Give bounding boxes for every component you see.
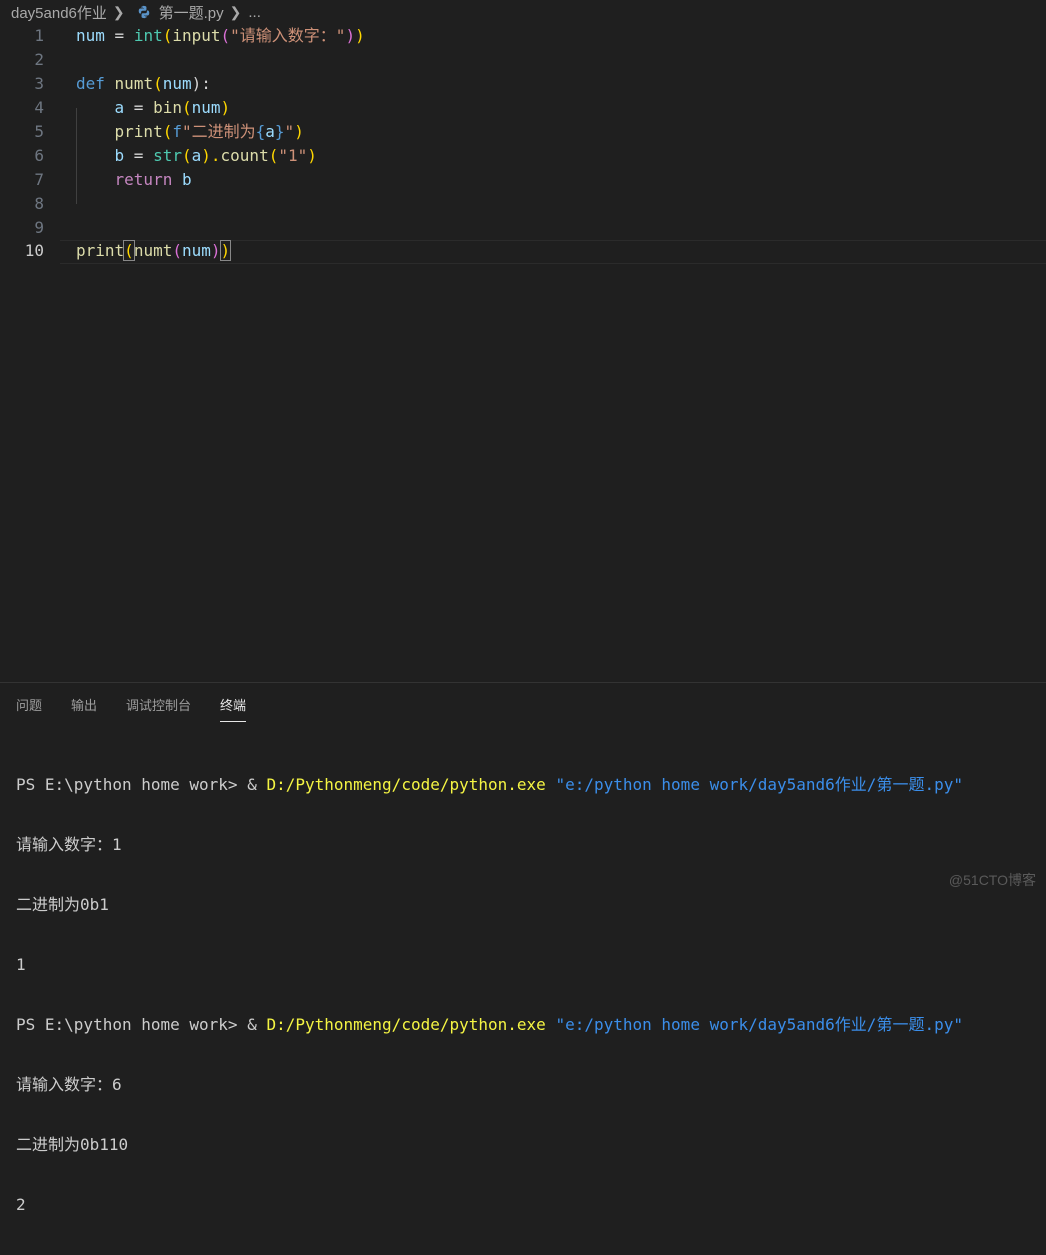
code-line[interactable]: 4 a = bin(num) <box>0 96 1046 120</box>
code-line[interactable]: 1 num = int(input("请输入数字：")) <box>0 24 1046 48</box>
bottom-panel: 问题 输出 调试控制台 终端 PS E:\python home work> &… <box>0 682 1046 1214</box>
breadcrumb: day5and6作业 ❯ 第一题.py ❯ ... <box>0 0 1046 24</box>
terminal-line: 2 <box>16 1195 26 1214</box>
code-text[interactable]: a = bin(num) <box>76 96 231 120</box>
code-text[interactable]: return b <box>76 168 192 192</box>
code-line[interactable]: 3 def numt(num): <box>0 72 1046 96</box>
terminal-line: 1 <box>16 955 26 974</box>
line-number: 9 <box>34 218 44 237</box>
line-number: 7 <box>34 170 44 189</box>
code-text[interactable]: def numt(num): <box>76 72 211 96</box>
python-file-icon <box>138 5 149 19</box>
terminal-line: 二进制为0b1 <box>16 895 109 914</box>
tab-output[interactable]: 输出 <box>71 683 97 721</box>
breadcrumb-more[interactable]: ... <box>248 4 261 21</box>
line-number: 1 <box>34 26 44 45</box>
chevron-right-icon: ❯ <box>229 3 242 20</box>
terminal-line: 二进制为0b110 <box>16 1135 129 1154</box>
panel-tabs: 问题 输出 调试控制台 终端 <box>16 683 275 723</box>
terminal-line: PS E:\python home work> & D:/Pythonmeng/… <box>16 775 963 794</box>
terminal-line: PS E:\python home work> & D:/Pythonmeng/… <box>16 1015 963 1034</box>
terminal[interactable]: PS E:\python home work> & D:/Pythonmeng/… <box>16 735 1036 1255</box>
code-line[interactable]: 5 print(f"二进制为{a}") <box>0 120 1046 144</box>
line-number: 5 <box>34 122 44 141</box>
code-editor[interactable]: 1 num = int(input("请输入数字：")) 2 3 def num… <box>0 24 1046 680</box>
line-number: 10 <box>24 241 44 260</box>
line-number: 2 <box>34 50 44 69</box>
line-number: 8 <box>34 194 44 213</box>
breadcrumb-folder[interactable]: day5and6作业 <box>11 2 107 23</box>
tab-terminal[interactable]: 终端 <box>220 683 247 722</box>
code-line[interactable]: 2 <box>0 48 1046 72</box>
code-text[interactable]: print(f"二进制为{a}") <box>76 120 304 144</box>
code-line[interactable]: 7 return b <box>0 168 1046 192</box>
code-text[interactable]: b = str(a).count("1") <box>76 144 317 168</box>
terminal-line: 请输入数字：1 <box>16 835 122 854</box>
breadcrumb-file[interactable]: 第一题.py <box>159 2 224 23</box>
tab-problems[interactable]: 问题 <box>16 683 42 721</box>
code-text[interactable]: print(numt(num)) <box>76 239 232 263</box>
code-line[interactable]: 8 <box>0 192 1046 216</box>
chevron-right-icon: ❯ <box>112 3 125 20</box>
code-line[interactable]: 9 <box>0 216 1046 240</box>
line-number: 3 <box>34 74 44 93</box>
terminal-line: 请输入数字：6 <box>16 1075 122 1094</box>
watermark: @51CTO博客 <box>948 872 1036 888</box>
code-text[interactable]: num = int(input("请输入数字：")) <box>76 24 365 48</box>
line-number: 4 <box>34 98 44 117</box>
code-line[interactable]: 6 b = str(a).count("1") <box>0 144 1046 168</box>
line-number: 6 <box>34 146 44 165</box>
tab-debug-console[interactable]: 调试控制台 <box>126 683 191 721</box>
code-line[interactable]: 10 print(numt(num)) <box>0 239 1046 263</box>
